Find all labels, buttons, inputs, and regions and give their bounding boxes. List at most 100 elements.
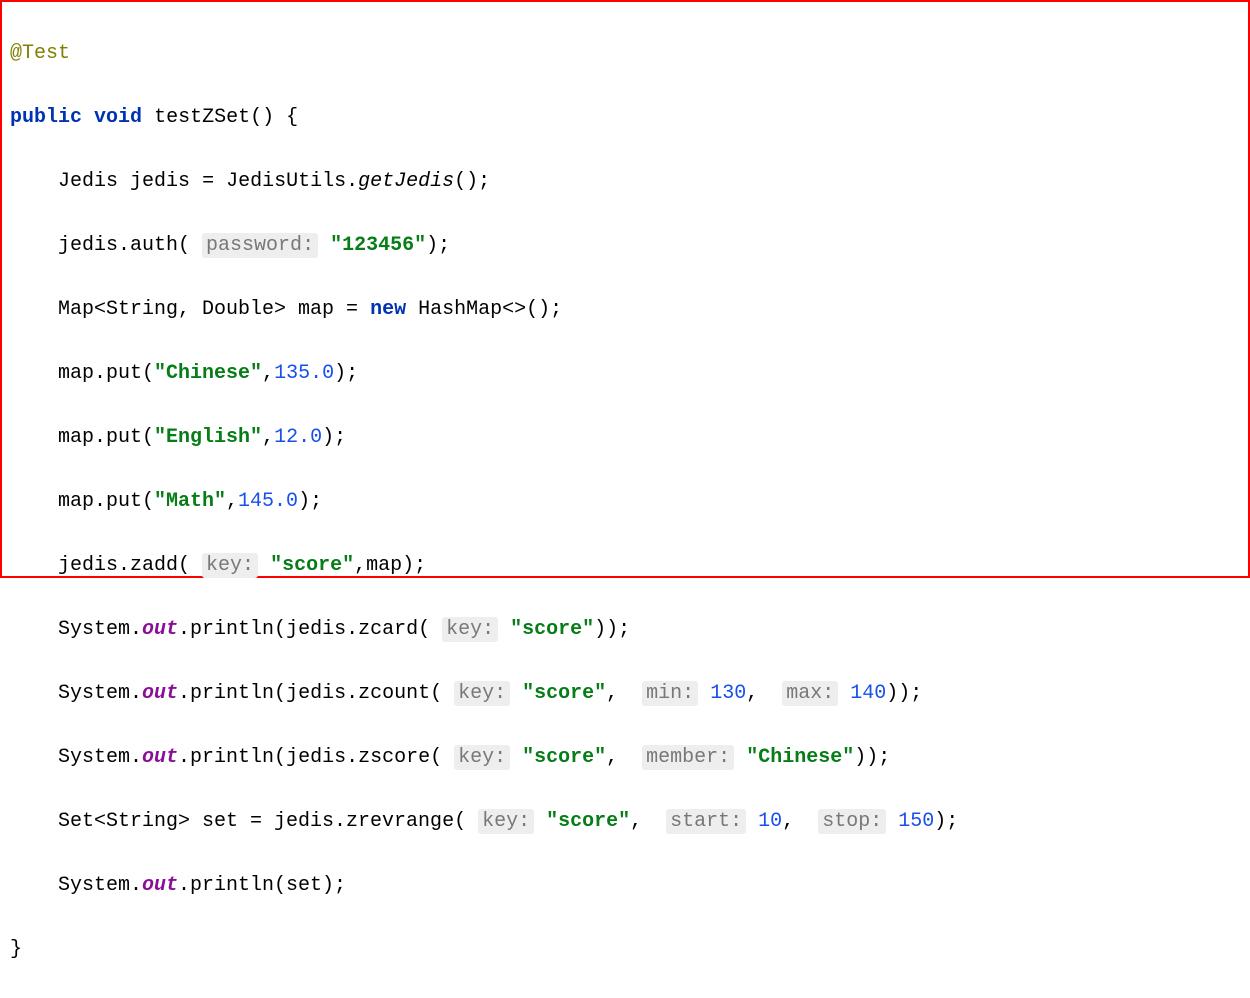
keyword-void: void xyxy=(94,106,142,129)
text: .println( xyxy=(178,618,286,641)
close-brace: } xyxy=(10,938,22,961)
text: System. xyxy=(58,618,142,641)
number-literal: 135.0 xyxy=(274,362,334,385)
number-literal: 10 xyxy=(758,810,782,833)
text: )); xyxy=(594,618,630,641)
text: map.put( xyxy=(58,426,154,449)
keyword-new: new xyxy=(370,298,406,321)
string-literal: "score" xyxy=(522,682,606,705)
text: System. xyxy=(58,746,142,769)
param-hint: max: xyxy=(782,681,838,706)
text: , xyxy=(782,810,818,833)
text: map.put( xyxy=(58,490,154,513)
code-line: map.put("Chinese",135.0); xyxy=(10,358,1240,390)
code-editor[interactable]: @Test public void testZSet() { Jedis jed… xyxy=(0,0,1250,578)
number-literal: 130 xyxy=(710,682,746,705)
number-literal: 145.0 xyxy=(238,490,298,513)
text: , xyxy=(262,362,274,385)
text: , xyxy=(226,490,238,513)
text: , xyxy=(606,682,642,705)
text: .println( xyxy=(178,746,286,769)
static-method: getJedis xyxy=(358,170,454,193)
static-field: out xyxy=(142,874,178,897)
text: () { xyxy=(250,106,298,129)
text: ); xyxy=(426,234,450,257)
static-field: out xyxy=(142,618,178,641)
text: map.put( xyxy=(58,362,154,385)
text: ); xyxy=(334,362,358,385)
static-field: out xyxy=(142,682,178,705)
text: (); xyxy=(454,170,490,193)
text: jedis.zcard( xyxy=(286,618,442,641)
text: jedis.zadd( xyxy=(58,554,202,577)
code-line: public void testZSet() { xyxy=(10,102,1240,134)
text: , xyxy=(606,746,642,769)
text: , xyxy=(630,810,666,833)
text: ,map); xyxy=(354,554,426,577)
param-hint: member: xyxy=(642,745,734,770)
variable: jedis xyxy=(130,170,190,193)
param-hint: key: xyxy=(454,745,510,770)
text: jedis.zscore( xyxy=(286,746,454,769)
text: , xyxy=(746,682,782,705)
text: )); xyxy=(854,746,890,769)
string-literal: "Math" xyxy=(154,490,226,513)
code-line: System.out.println(jedis.zcard( key: "sc… xyxy=(10,614,1240,646)
text: ); xyxy=(322,426,346,449)
annotation: @Test xyxy=(10,42,70,65)
type: Jedis xyxy=(58,170,118,193)
static-field: out xyxy=(142,746,178,769)
keyword-public: public xyxy=(10,106,82,129)
class: JedisUtils xyxy=(226,170,346,193)
code-line: Map<String, Double> map = new HashMap<>(… xyxy=(10,294,1240,326)
text: ( xyxy=(178,234,202,257)
string-literal: "score" xyxy=(546,810,630,833)
string-literal: "Chinese" xyxy=(154,362,262,385)
text: Map<String, Double> map = xyxy=(58,298,370,321)
param-hint: key: xyxy=(454,681,510,706)
text: System. xyxy=(58,874,142,897)
code-line: Set<String> set = jedis.zrevrange( key: … xyxy=(10,806,1240,838)
text: , xyxy=(262,426,274,449)
text: jedis.zcount( xyxy=(286,682,454,705)
code-line: System.out.println(jedis.zcount( key: "s… xyxy=(10,678,1240,710)
string-literal: "English" xyxy=(154,426,262,449)
number-literal: 12.0 xyxy=(274,426,322,449)
code-line: map.put("English",12.0); xyxy=(10,422,1240,454)
param-hint: stop: xyxy=(818,809,886,834)
string-literal: "score" xyxy=(522,746,606,769)
code-line: @Test xyxy=(10,38,1240,70)
method: auth xyxy=(130,234,178,257)
text: ); xyxy=(934,810,958,833)
text: .println( xyxy=(178,682,286,705)
code-line: jedis.zadd( key: "score",map); xyxy=(10,550,1240,582)
string-literal: "Chinese" xyxy=(746,746,854,769)
text: System. xyxy=(58,682,142,705)
param-hint: key: xyxy=(202,553,258,578)
param-hint: key: xyxy=(442,617,498,642)
text: jedis. xyxy=(58,234,130,257)
text: HashMap<>(); xyxy=(406,298,562,321)
string-literal: "score" xyxy=(270,554,354,577)
code-line: System.out.println(jedis.zscore( key: "s… xyxy=(10,742,1240,774)
param-hint: min: xyxy=(642,681,698,706)
code-line: Jedis jedis = JedisUtils.getJedis(); xyxy=(10,166,1240,198)
code-line: System.out.println(set); xyxy=(10,870,1240,902)
number-literal: 150 xyxy=(898,810,934,833)
param-hint: key: xyxy=(478,809,534,834)
text: .println(set); xyxy=(178,874,346,897)
code-line: map.put("Math",145.0); xyxy=(10,486,1240,518)
method-name: testZSet xyxy=(154,106,250,129)
text: )); xyxy=(886,682,922,705)
code-line: } xyxy=(10,934,1240,966)
text: ); xyxy=(298,490,322,513)
number-literal: 140 xyxy=(850,682,886,705)
text: = xyxy=(202,170,226,193)
string-literal: "score" xyxy=(510,618,594,641)
param-hint: password: xyxy=(202,233,318,258)
param-hint: start: xyxy=(666,809,746,834)
code-line: jedis.auth( password: "123456"); xyxy=(10,230,1240,262)
text: . xyxy=(346,170,358,193)
text: Set<String> set = jedis.zrevrange( xyxy=(58,810,478,833)
string-literal: "123456" xyxy=(330,234,426,257)
